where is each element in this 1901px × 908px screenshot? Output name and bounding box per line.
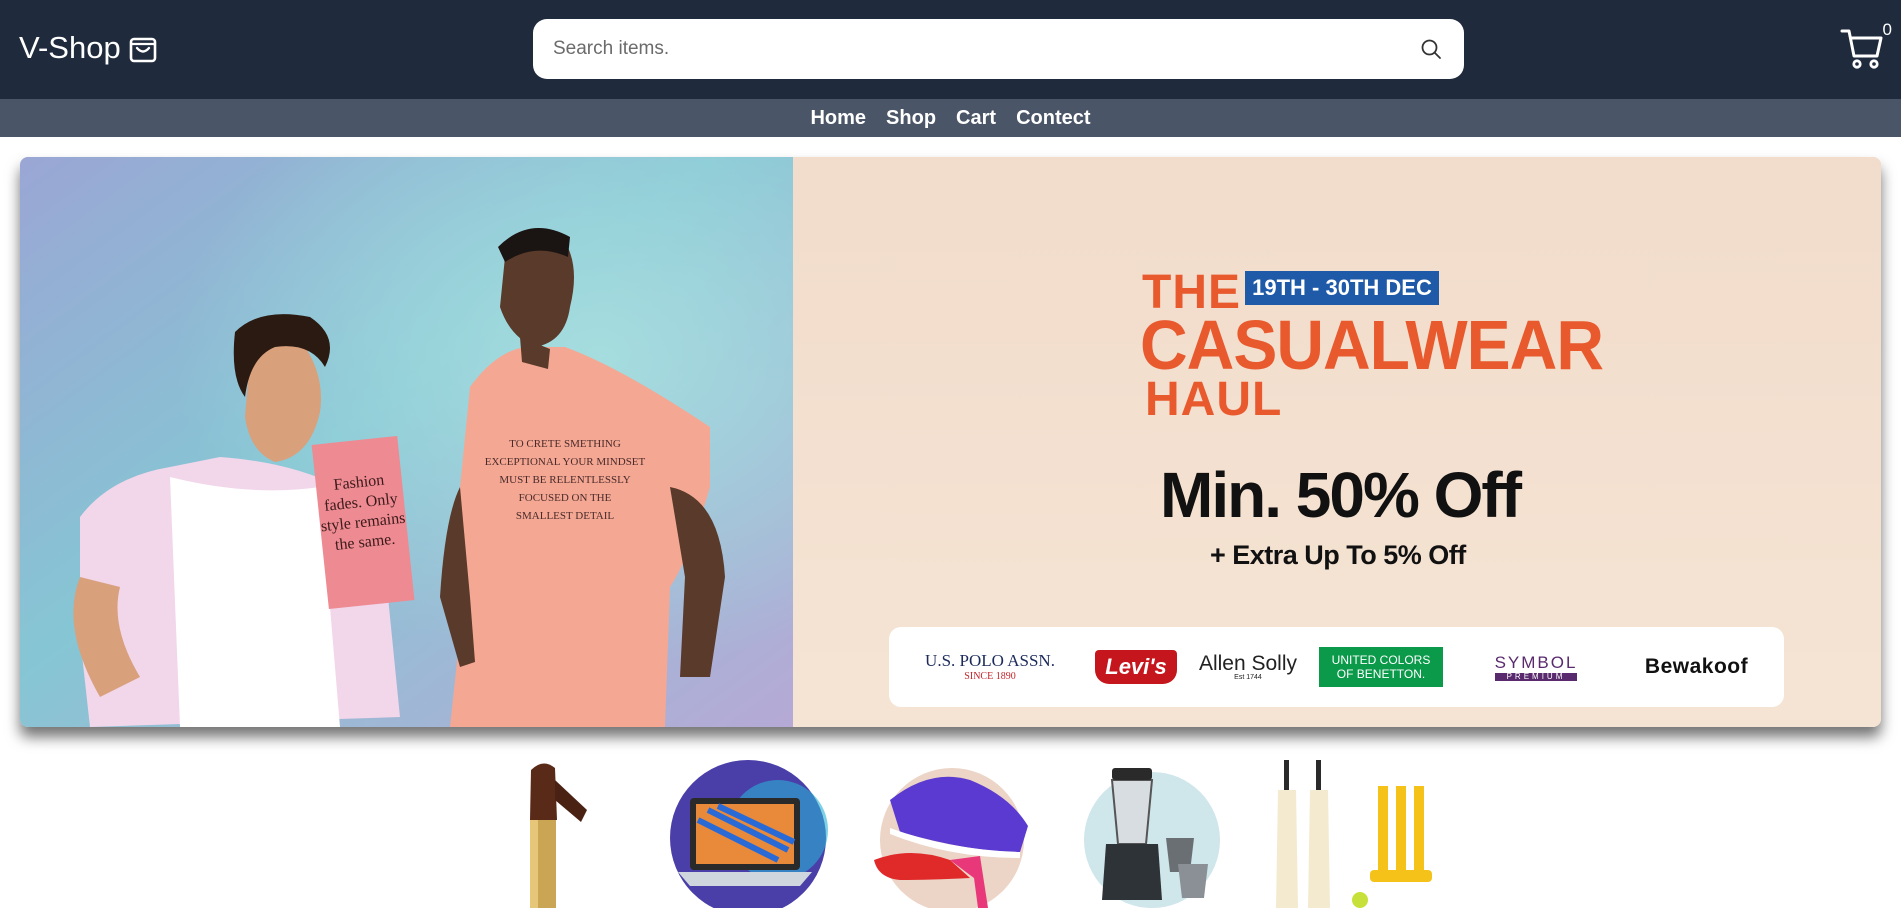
- nav-item-contect[interactable]: Contect: [1016, 107, 1090, 130]
- brand-allen-solly-logo: Allen Solly Est 1744: [1198, 627, 1298, 707]
- brand-symbol-sub: PREMIUM: [1494, 672, 1578, 681]
- brand-us-polo-sub: SINCE 1890: [964, 670, 1016, 682]
- svg-text:SMALLEST DETAIL: SMALLEST DETAIL: [516, 510, 614, 522]
- brand-strip: U.S. POLO ASSN. SINCE 1890 Levi's Allen S…: [889, 627, 1784, 707]
- cart-button[interactable]: 0: [1840, 20, 1892, 72]
- svg-text:FOCUSED ON THE: FOCUSED ON THE: [519, 492, 612, 504]
- brand-allen-solly-sub: Est 1744: [1234, 674, 1262, 681]
- brand-levis-logo: Levi's: [1090, 627, 1182, 707]
- category-strip: [0, 760, 1901, 908]
- category-mixer-grinder[interactable]: [1082, 760, 1222, 908]
- brand-us-polo-logo: U.S. POLO ASSN. SINCE 1890: [905, 627, 1075, 707]
- category-lipstick[interactable]: [495, 760, 595, 908]
- top-header: V-Shop 0: [0, 0, 1901, 99]
- brand-bewakoof-name: Bewakoof: [1644, 655, 1749, 678]
- brand-symbol-name: SYMBOL: [1494, 652, 1578, 672]
- hero-extra-offer: + Extra Up To 5% Off: [1210, 540, 1466, 570]
- main-nav: Home Shop Cart Contect: [0, 99, 1901, 137]
- brand-benetton-logo: UNITED COLORS OF BENETTON.: [1318, 627, 1444, 707]
- cart-icon: [1840, 29, 1883, 69]
- nav-item-shop[interactable]: Shop: [886, 107, 936, 130]
- search-bar: [533, 19, 1464, 79]
- category-laptop[interactable]: [668, 760, 828, 908]
- date-badge: 19TH - 30TH DEC: [1245, 271, 1439, 305]
- brand-levis-name: Levi's: [1095, 650, 1177, 684]
- brand-benetton-name: UNITED COLORS OF BENETTON.: [1319, 646, 1443, 688]
- search-input[interactable]: [553, 38, 1418, 60]
- svg-text:EXCEPTIONAL YOUR MINDSET: EXCEPTIONAL YOUR MINDSET: [485, 456, 646, 468]
- search-icon[interactable]: [1418, 36, 1444, 62]
- brand-us-polo-name: U.S. POLO ASSN.: [925, 651, 1055, 671]
- brand-allen-solly-name: Allen Solly: [1198, 652, 1298, 675]
- nav-item-home[interactable]: Home: [810, 107, 866, 130]
- svg-text:TO CRETE SMETHING: TO CRETE SMETHING: [509, 438, 621, 450]
- brand-logo[interactable]: V-Shop: [19, 30, 157, 66]
- category-cricket-set[interactable]: [1270, 760, 1440, 908]
- brand-symbol-logo: SYMBOL PREMIUM: [1464, 627, 1608, 707]
- shopping-bag-icon: [129, 37, 157, 63]
- hero-models-photo: Fashion fades. Only style remains the sa…: [20, 157, 793, 727]
- cart-count-badge: 0: [1882, 20, 1892, 39]
- brand-bewakoof-logo: Bewakoof: [1624, 627, 1769, 707]
- nav-item-cart[interactable]: Cart: [956, 107, 996, 130]
- hero-title-haul: HAUL: [1145, 373, 1283, 426]
- svg-text:MUST BE RELENTLESSLY: MUST BE RELENTLESSLY: [499, 474, 630, 486]
- brand-name: V-Shop: [19, 30, 121, 65]
- category-footwear[interactable]: [870, 760, 1030, 908]
- hero-offer: Min. 50% Off: [1160, 459, 1522, 531]
